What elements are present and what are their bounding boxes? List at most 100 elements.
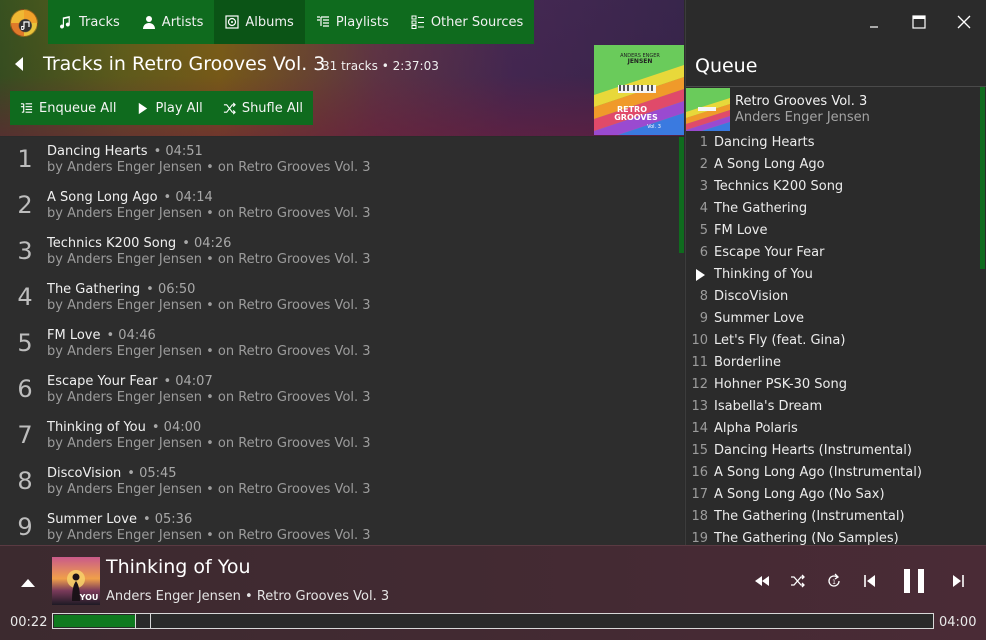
nav-artists-label: Artists xyxy=(161,14,204,30)
track-number: 1 xyxy=(17,145,33,173)
queue-item-number: 9 xyxy=(699,311,708,326)
track-number: 7 xyxy=(17,421,33,449)
queue-item-number: 5 xyxy=(699,223,708,238)
list-item[interactable]: 16 A Song Long Ago (Instrumental) xyxy=(686,462,980,484)
list-item[interactable]: 13 Isabella's Dream xyxy=(686,396,980,418)
track-number: 4 xyxy=(17,283,33,311)
seek-bar-progress xyxy=(54,615,135,627)
cover-vol: Vol. 3 xyxy=(647,124,661,130)
queue-album-header[interactable]: Retro Grooves Vol. 3 Anders Enger Jensen xyxy=(686,87,986,131)
nav-albums-label: Albums xyxy=(245,14,294,30)
list-item[interactable]: 4 The Gathering xyxy=(686,198,980,220)
nav-tracks-label: Tracks xyxy=(79,14,120,30)
queue-item-title: Escape Your Fear xyxy=(714,245,825,260)
album-actions: Enqueue All Play All Shufle All xyxy=(10,91,313,125)
music-note-icon xyxy=(60,16,70,29)
main-nav: Tracks Artists Albums Playlists Other So… xyxy=(48,0,535,44)
sources-icon xyxy=(411,15,424,29)
cover-text: YOU xyxy=(79,593,99,602)
list-item[interactable]: 11 Borderline xyxy=(686,352,980,374)
list-item-now-playing[interactable]: Thinking of You xyxy=(686,264,980,286)
play-all-button[interactable]: Play All xyxy=(126,91,212,125)
nav-playlists[interactable]: Playlists xyxy=(305,0,400,44)
list-item[interactable]: 15 Dancing Hearts (Instrumental) xyxy=(686,440,980,462)
next-button[interactable] xyxy=(948,571,968,591)
table-row[interactable]: 2 A Song Long Ago • 04:14 by Anders Enger… xyxy=(0,183,684,229)
list-item[interactable]: 6 Escape Your Fear xyxy=(686,242,980,264)
queue-item-title: Alpha Polaris xyxy=(714,421,798,436)
cover-artist-line2: JENSEN xyxy=(627,58,653,65)
close-button[interactable] xyxy=(941,0,986,44)
list-item[interactable]: 12 Hohner PSK-30 Song xyxy=(686,374,980,396)
track-number: 8 xyxy=(17,467,33,495)
table-row[interactable]: 4 The Gathering • 06:50 by Anders Enger J… xyxy=(0,275,684,321)
list-item[interactable]: 14 Alpha Polaris xyxy=(686,418,980,440)
shuffle-all-button[interactable]: Shufle All xyxy=(213,91,313,125)
expand-up-icon[interactable] xyxy=(20,576,36,588)
queue-item-number: 4 xyxy=(699,201,708,216)
track-subtitle: by Anders Enger Jensen • on Retro Groove… xyxy=(47,390,371,405)
repeat-button[interactable]: 1 xyxy=(824,571,844,591)
nav-artists[interactable]: Artists xyxy=(131,0,215,44)
pause-button[interactable] xyxy=(898,566,930,596)
nav-other-sources-label: Other Sources xyxy=(430,14,524,30)
album-header: Tracks Artists Albums Playlists Other So… xyxy=(0,0,684,136)
table-row[interactable]: 8 DiscoVision • 05:45 by Anders Enger Jen… xyxy=(0,459,684,505)
list-item[interactable]: 19 The Gathering (No Samples) xyxy=(686,528,980,545)
list-item[interactable]: 2 A Song Long Ago xyxy=(686,154,980,176)
list-item[interactable]: 9 Summer Love xyxy=(686,308,980,330)
enqueue-all-button[interactable]: Enqueue All xyxy=(10,91,126,125)
list-item[interactable]: 10 Let's Fly (feat. Gina) xyxy=(686,330,980,352)
seek-bar[interactable] xyxy=(52,613,934,629)
list-item[interactable]: 1 Dancing Hearts xyxy=(686,132,980,154)
queue-item-title: FM Love xyxy=(714,223,768,238)
queue-item-number: 19 xyxy=(691,531,708,545)
play-all-label: Play All xyxy=(155,100,203,116)
track-duration: • 04:14 xyxy=(163,190,213,205)
table-row[interactable]: 5 FM Love • 04:46 by Anders Enger Jensen … xyxy=(0,321,684,367)
rewind-button[interactable] xyxy=(752,571,772,591)
app-logo-icon xyxy=(10,9,38,37)
track-number: 2 xyxy=(17,191,33,219)
table-row[interactable]: 3 Technics K200 Song • 04:26 by Anders En… xyxy=(0,229,684,275)
track-list[interactable]: 1 Dancing Hearts • 04:51 by Anders Enger … xyxy=(0,137,684,545)
cover-title-line2: GROOVES xyxy=(614,113,658,122)
track-list-scrollbar[interactable] xyxy=(679,137,684,253)
list-item[interactable]: 17 A Song Long Ago (No Sax) xyxy=(686,484,980,506)
queue-scrollbar[interactable] xyxy=(980,87,985,269)
track-number: 5 xyxy=(17,329,33,357)
list-item[interactable]: 18 The Gathering (Instrumental) xyxy=(686,506,980,528)
list-item[interactable]: 5 FM Love xyxy=(686,220,980,242)
nav-albums[interactable]: Albums xyxy=(214,0,305,44)
current-time: 00:22 xyxy=(10,615,48,630)
nav-tracks[interactable]: Tracks xyxy=(48,0,131,44)
repeat-icon: 1 xyxy=(828,573,840,587)
back-arrow-icon[interactable] xyxy=(12,56,26,72)
table-row[interactable]: 9 Summer Love • 05:36 by Anders Enger Jen… xyxy=(0,505,684,545)
nav-playlists-label: Playlists xyxy=(335,14,389,30)
maximize-button[interactable] xyxy=(896,0,941,44)
nav-other-sources[interactable]: Other Sources xyxy=(400,0,534,44)
queue-list[interactable]: 1 Dancing Hearts 2 A Song Long Ago 3 Techni… xyxy=(686,132,980,545)
seek-bar-thumb[interactable] xyxy=(135,613,151,629)
minimize-button[interactable] xyxy=(851,0,896,44)
track-title-line: FM Love • 04:46 xyxy=(47,328,156,343)
track-title: FM Love xyxy=(47,328,101,343)
previous-button[interactable] xyxy=(860,571,880,591)
queue-album-artist: Anders Enger Jensen xyxy=(735,110,870,125)
track-title: DiscoVision xyxy=(47,466,122,481)
table-row[interactable]: 1 Dancing Hearts • 04:51 by Anders Enger … xyxy=(0,137,684,183)
track-title-line: Dancing Hearts • 04:51 xyxy=(47,144,203,159)
table-row[interactable]: 7 Thinking of You • 04:00 by Anders Enger… xyxy=(0,413,684,459)
queue-item-title: Let's Fly (feat. Gina) xyxy=(714,333,846,348)
queue-item-number: 15 xyxy=(691,443,708,458)
skip-next-icon xyxy=(953,575,964,587)
track-title: A Song Long Ago xyxy=(47,190,158,205)
shuffle-button[interactable] xyxy=(788,571,808,591)
track-duration: • 04:26 xyxy=(182,236,232,251)
queue-item-title: Isabella's Dream xyxy=(714,399,823,414)
table-row[interactable]: 6 Escape Your Fear • 04:07 by Anders Enge… xyxy=(0,367,684,413)
list-item[interactable]: 3 Technics K200 Song xyxy=(686,176,980,198)
queue-item-title: Hohner PSK-30 Song xyxy=(714,377,847,392)
list-item[interactable]: 8 DiscoVision xyxy=(686,286,980,308)
